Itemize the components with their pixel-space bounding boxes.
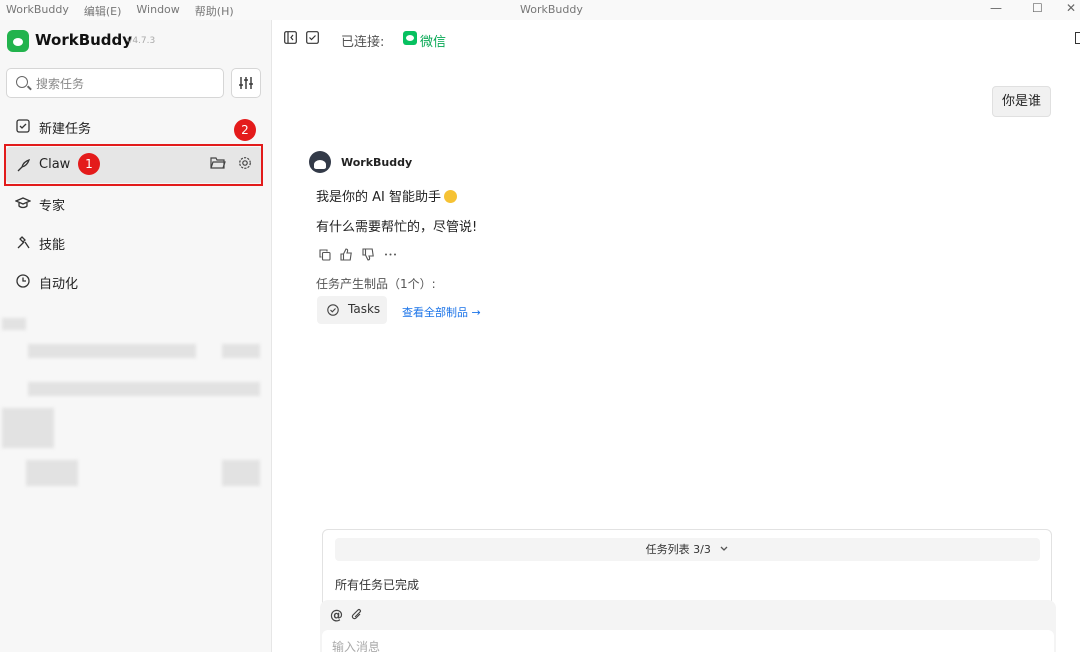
expert-icon xyxy=(15,195,31,211)
menu-help[interactable]: 帮助(H) xyxy=(195,3,234,19)
title-bar: WorkBuddy 编辑(E) Window 帮助(H) WorkBuddy —… xyxy=(0,0,1080,20)
annotation-badge-1: 1 xyxy=(78,153,100,175)
search-icon xyxy=(16,76,28,88)
sidebar-item-label: 自动化 xyxy=(39,277,79,292)
composer: @ xyxy=(320,600,1056,652)
panel-toggle-icon[interactable] xyxy=(1075,32,1080,44)
sidebar-item-skills[interactable]: 技能 xyxy=(6,227,262,257)
connection-status-label: 已连接: xyxy=(341,35,385,50)
smile-emoji-icon xyxy=(444,190,457,203)
menu-window[interactable]: Window xyxy=(136,3,179,19)
bot-message-text: 我是你的 AI 智能助手 xyxy=(316,190,441,205)
sidebar-item-automation[interactable]: 自动化 xyxy=(6,266,262,296)
app-name: WorkBuddy xyxy=(35,31,133,49)
blurred-history-item[interactable] xyxy=(2,318,26,330)
folder-open-icon[interactable] xyxy=(210,156,226,170)
blurred-history-item[interactable] xyxy=(2,408,54,448)
wechat-link[interactable]: 微信 xyxy=(420,31,446,50)
blurred-history-item[interactable] xyxy=(222,460,260,486)
skills-icon xyxy=(15,234,31,250)
app-window: WorkBuddy 编辑(E) Window 帮助(H) WorkBuddy —… xyxy=(0,0,1080,652)
message-input-box xyxy=(322,630,1054,652)
message-input[interactable] xyxy=(332,640,832,652)
blurred-history-item[interactable] xyxy=(222,344,260,358)
more-icon[interactable] xyxy=(384,248,397,261)
new-task-icon[interactable] xyxy=(306,31,319,44)
claw-icon xyxy=(15,157,31,173)
top-bar: 已连接: 微信 xyxy=(272,20,1080,58)
paperclip-icon[interactable] xyxy=(351,608,363,622)
claw-actions xyxy=(210,156,252,170)
thumbs-down-icon[interactable] xyxy=(362,248,375,261)
wechat-icon xyxy=(403,31,417,45)
window-title: WorkBuddy xyxy=(520,3,583,16)
bot-avatar xyxy=(309,151,331,173)
sidebar-item-expert[interactable]: 专家 xyxy=(6,188,262,218)
close-button[interactable]: ✕ xyxy=(1066,1,1076,15)
sidebar-item-label: 专家 xyxy=(39,199,66,214)
search-box[interactable] xyxy=(6,68,224,98)
bot-message-line: 有什么需要帮忙的，尽管说! xyxy=(316,220,478,235)
blurred-history-item[interactable] xyxy=(28,382,260,396)
blurred-history-item[interactable] xyxy=(26,460,78,486)
sliders-icon xyxy=(239,77,253,89)
version-label: v4.7.3 xyxy=(127,36,156,46)
bot-name: WorkBuddy xyxy=(341,156,413,169)
sidebar-item-claw[interactable]: Claw xyxy=(6,147,262,183)
task-list-toggle[interactable]: 任务列表 3/3 xyxy=(335,538,1040,561)
minimize-button[interactable]: — xyxy=(990,1,1002,15)
menu-bar: WorkBuddy 编辑(E) Window 帮助(H) xyxy=(6,3,234,19)
view-all-artifacts-link[interactable]: 查看全部制品 → xyxy=(402,304,481,320)
workbuddy-logo-icon xyxy=(7,30,29,52)
filter-button[interactable] xyxy=(231,68,261,98)
gear-icon[interactable] xyxy=(238,156,252,170)
menu-edit[interactable]: 编辑(E) xyxy=(84,3,122,19)
mention-button[interactable]: @ xyxy=(330,608,343,623)
chevron-down-icon xyxy=(720,546,728,551)
clock-icon xyxy=(15,273,31,289)
sidebar: WorkBuddy v4.7.3 新建任务 Claw xyxy=(0,20,272,652)
maximize-button[interactable]: ☐ xyxy=(1032,1,1043,15)
sidebar-item-label: 新建任务 xyxy=(39,122,92,137)
new-task-icon xyxy=(15,118,31,134)
copy-icon[interactable] xyxy=(319,248,331,261)
sidebar-item-new-task[interactable]: 新建任务 xyxy=(6,111,262,141)
artifact-chip-label: Tasks xyxy=(348,302,381,316)
tasks-artifact-chip[interactable]: Tasks xyxy=(317,296,387,324)
menu-workbuddy[interactable]: WorkBuddy xyxy=(6,3,69,19)
task-status-text: 所有任务已完成 xyxy=(335,578,420,592)
blurred-history-item[interactable] xyxy=(28,344,196,358)
collapse-sidebar-icon[interactable] xyxy=(284,31,297,44)
check-circle-icon xyxy=(327,304,339,316)
bot-message-line: 我是你的 AI 智能助手 xyxy=(316,186,457,205)
search-input[interactable] xyxy=(36,75,216,92)
main-panel: 已连接: 微信 你是谁 WorkBuddy 我是你的 AI 智能助手 有什么需要… xyxy=(272,20,1080,652)
user-message: 你是谁 xyxy=(992,86,1051,117)
artifacts-label: 任务产生制品（1个）: xyxy=(316,277,436,291)
task-list-header: 任务列表 3/3 xyxy=(645,543,711,556)
message-actions xyxy=(319,248,397,261)
thumbs-up-icon[interactable] xyxy=(340,248,353,261)
sidebar-item-label: 技能 xyxy=(39,238,66,253)
sidebar-item-label: Claw xyxy=(39,157,71,172)
annotation-badge-2: 2 xyxy=(234,119,256,141)
